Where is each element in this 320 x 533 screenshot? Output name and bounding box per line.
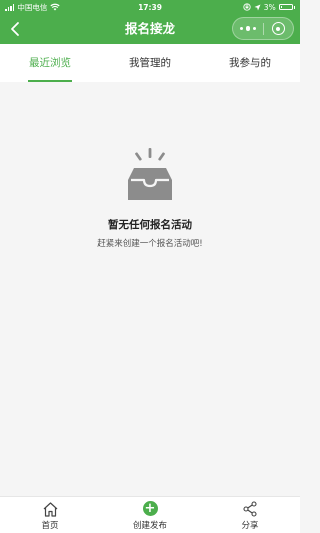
- battery-icon: [278, 3, 293, 11]
- target-icon: [271, 22, 285, 35]
- home-label: 首页: [41, 521, 59, 531]
- tab-joined[interactable]: 我参与的: [200, 44, 300, 82]
- lock-rotation-icon: [243, 3, 251, 11]
- status-bar: 中国电信 17:39 3%: [0, 0, 300, 14]
- create-publish-button[interactable]: + 创建发布: [100, 497, 200, 533]
- empty-state: 暂无任何报名活动 赶紧来创建一个报名活动吧!: [0, 146, 300, 249]
- empty-inbox-icon: [128, 148, 172, 200]
- status-right: 3%: [243, 3, 295, 12]
- bottom-bar: 首页 + 创建发布 分享: [0, 496, 300, 533]
- nav-bar: 报名接龙: [0, 14, 300, 44]
- empty-title: 暂无任何报名活动: [108, 219, 192, 231]
- create-publish-label: 创建发布: [132, 521, 167, 531]
- battery-percent: 3%: [263, 2, 276, 12]
- close-miniprogram-button[interactable]: [264, 18, 294, 39]
- miniprogram-capsule: [232, 17, 294, 40]
- share-button[interactable]: 分享: [200, 497, 300, 533]
- battery-tip: [293, 5, 295, 9]
- plus-circle-icon: +: [141, 500, 159, 517]
- home-button[interactable]: 首页: [0, 497, 100, 533]
- share-icon: [241, 500, 259, 517]
- signal-icon: [5, 3, 15, 11]
- tab-recent[interactable]: 最近浏览: [0, 44, 100, 82]
- more-dots-icon: [240, 26, 256, 31]
- wifi-icon: [50, 3, 60, 11]
- more-button[interactable]: [233, 18, 263, 39]
- location-icon: [254, 4, 261, 10]
- tab-managed[interactable]: 我管理的: [100, 44, 200, 82]
- carrier-label: 中国电信: [17, 2, 48, 12]
- empty-subtitle: 赶紧来创建一个报名活动吧!: [97, 239, 203, 249]
- status-left: 中国电信: [5, 2, 60, 13]
- tab-bar: 最近浏览 我管理的 我参与的: [0, 44, 300, 82]
- share-label: 分享: [241, 521, 259, 531]
- home-icon: [41, 500, 59, 517]
